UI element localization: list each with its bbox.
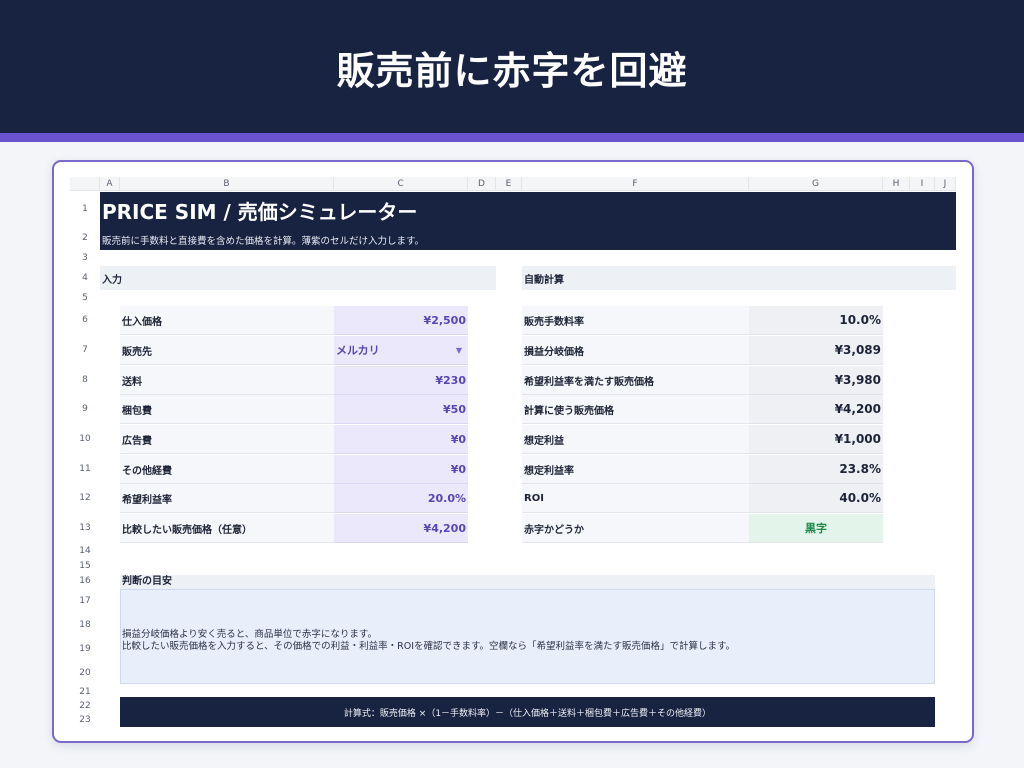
input-label-packing: 梱包費 (120, 395, 334, 424)
column-header-h[interactable]: H (883, 177, 910, 191)
column-header-b[interactable]: B (120, 177, 334, 191)
output-cell-breakeven[interactable]: ¥3,089 (749, 336, 883, 365)
input-section-label: 入力 (102, 275, 122, 286)
input-cell-target-margin[interactable]: 20.0% (334, 484, 468, 513)
formula-note: 計算式：販売価格 ×（1－手数料率）－（仕入価格＋送料＋梱包費＋広告費＋その他経… (120, 697, 935, 727)
row-header-17[interactable]: 17 (70, 589, 100, 613)
sheet-title: PRICE SIM / 売価シミュレーター (102, 200, 418, 224)
input-label-cost: 仕入価格 (120, 306, 334, 335)
row-header-11[interactable]: 11 (70, 454, 100, 483)
row-header-2[interactable]: 2 (70, 226, 100, 250)
input-cell-compare-price[interactable]: ¥4,200 (334, 514, 468, 543)
input-label-ads: 広告費 (120, 425, 334, 454)
column-header-e[interactable]: E (496, 177, 522, 191)
guide-line-2: 比較したい販売価格を入力すると、その価格での利益・利益率・ROIを確認できます。… (122, 641, 736, 652)
row-header-9[interactable]: 9 (70, 394, 100, 424)
input-label-target-margin: 希望利益率 (120, 484, 334, 513)
input-label-other: その他経費 (120, 455, 334, 484)
output-cell-margin[interactable]: 23.8% (749, 455, 883, 484)
row-header-19[interactable]: 19 (70, 637, 100, 661)
output-cell-target-price[interactable]: ¥3,980 (749, 366, 883, 395)
output-label-target-price: 希望利益率を満たす販売価格 (522, 366, 749, 395)
column-header-j[interactable]: J (935, 177, 956, 191)
row-header-12[interactable]: 12 (70, 483, 100, 513)
status-badge[interactable]: 黒字 (749, 514, 883, 543)
input-cell-packing[interactable]: ¥50 (334, 395, 468, 424)
output-label-roi: ROI (522, 484, 749, 513)
column-header-c[interactable]: C (334, 177, 468, 191)
row-header-5[interactable]: 5 (70, 290, 100, 305)
input-cell-cost[interactable]: ¥2,500 (334, 306, 468, 335)
output-label-fee-rate: 販売手数料率 (522, 306, 749, 335)
input-label-channel: 販売先 (120, 336, 334, 365)
output-label-profit: 想定利益 (522, 425, 749, 454)
output-label-margin: 想定利益率 (522, 455, 749, 484)
row-header-3[interactable]: 3 (70, 250, 100, 266)
accent-bar (0, 133, 1024, 142)
channel-dropdown-value: メルカリ (336, 344, 380, 357)
row-header-8[interactable]: 8 (70, 365, 100, 394)
column-header-a[interactable]: A (100, 177, 120, 191)
spreadsheet-grid: A B C D E F G H I J 1 2 3 4 5 6 7 8 9 10… (54, 162, 972, 741)
row-header-20[interactable]: 20 (70, 661, 100, 685)
guide-title: 判断の目安 (120, 575, 935, 589)
row-header-15[interactable]: 15 (70, 558, 100, 573)
row-header-7[interactable]: 7 (70, 335, 100, 365)
row-header-18[interactable]: 18 (70, 613, 100, 637)
sheet-subtitle: 販売前に手数料と直接費を含めた価格を計算。薄紫のセルだけ入力します。 (102, 236, 425, 247)
row-header-14[interactable]: 14 (70, 543, 100, 558)
input-cell-shipping[interactable]: ¥230 (334, 366, 468, 395)
input-label-compare-price: 比較したい販売価格（任意） (120, 514, 334, 543)
output-section-label: 自動計算 (524, 275, 564, 286)
row-header-16[interactable]: 16 (70, 573, 100, 589)
output-section-band (522, 266, 956, 290)
output-cell-fee-rate[interactable]: 10.0% (749, 306, 883, 335)
column-header-g[interactable]: G (749, 177, 883, 191)
hero-title: 販売前に赤字を回避 (336, 49, 688, 93)
input-cell-other[interactable]: ¥0 (334, 455, 468, 484)
row-header-23[interactable]: 23 (70, 713, 100, 727)
column-header-d[interactable]: D (468, 177, 496, 191)
row-header-22[interactable]: 22 (70, 699, 100, 713)
spreadsheet-window: A B C D E F G H I J 1 2 3 4 5 6 7 8 9 10… (52, 160, 974, 743)
output-cell-profit[interactable]: ¥1,000 (749, 425, 883, 454)
input-cell-ads[interactable]: ¥0 (334, 425, 468, 454)
row-header-13[interactable]: 13 (70, 513, 100, 543)
corner-cell[interactable] (70, 177, 100, 191)
output-label-used-price: 計算に使う販売価格 (522, 395, 749, 424)
output-cell-used-price[interactable]: ¥4,200 (749, 395, 883, 424)
row-header-1[interactable]: 1 (70, 192, 100, 226)
row-header-10[interactable]: 10 (70, 424, 100, 454)
row-header-6[interactable]: 6 (70, 305, 100, 335)
input-section-band (100, 266, 496, 290)
row-header-21[interactable]: 21 (70, 685, 100, 699)
output-label-loss-check: 赤字かどうか (522, 514, 749, 543)
dropdown-caret-icon: ▼ (455, 345, 462, 355)
output-label-breakeven: 損益分岐価格 (522, 336, 749, 365)
column-header-f[interactable]: F (522, 177, 749, 191)
channel-dropdown[interactable]: メルカリ ▼ (334, 336, 468, 365)
input-label-shipping: 送料 (120, 366, 334, 395)
column-header-i[interactable]: I (910, 177, 935, 191)
row-header-4[interactable]: 4 (70, 266, 100, 290)
output-cell-roi[interactable]: 40.0% (749, 484, 883, 513)
